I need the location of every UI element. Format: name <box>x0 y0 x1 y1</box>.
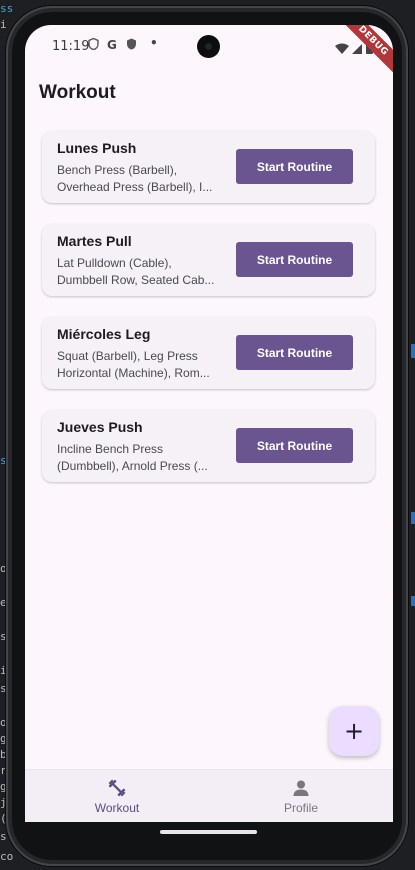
home-indicator[interactable] <box>160 830 257 834</box>
front-camera <box>197 35 220 58</box>
start-routine-button[interactable]: Start Routine <box>236 335 353 370</box>
status-time: 11:19 <box>52 39 90 54</box>
routine-card[interactable]: Martes Pull Lat Pulldown (Cable), Dumbbe… <box>42 224 375 296</box>
google-icon: G <box>107 38 117 52</box>
code-fragment: co <box>0 850 14 863</box>
start-routine-button[interactable]: Start Routine <box>236 428 353 463</box>
plus-icon: + <box>343 717 365 745</box>
nav-label-profile: Profile <box>283 801 318 815</box>
wifi-icon <box>335 43 349 54</box>
code-fragment: s <box>0 830 7 843</box>
start-routine-button[interactable]: Start Routine <box>236 242 353 277</box>
shield-icon <box>88 37 99 53</box>
routine-exercises: Lat Pulldown (Cable), Dumbbell Row, Seat… <box>57 256 215 287</box>
nav-item-workout[interactable]: Workout <box>25 770 209 822</box>
shield-check-icon <box>126 38 137 53</box>
routine-name: Lunes Push <box>57 140 137 156</box>
status-bar: 11:19 G • DEBUG <box>25 25 393 75</box>
editor-marker <box>411 596 415 606</box>
nav-item-profile[interactable]: Profile <box>209 770 393 822</box>
nav-label-workout: Workout <box>94 801 140 815</box>
routine-exercises: Bench Press (Barbell), Overhead Press (B… <box>57 163 213 194</box>
dumbbell-icon <box>25 778 209 802</box>
app-screen: 11:19 G • DEBUG Workout Lunes Push Bench… <box>25 25 393 822</box>
bottom-navigation: Workout Profile <box>25 769 393 822</box>
code-fragment: ss <box>0 2 14 15</box>
routine-exercises: Incline Bench Press (Dumbbell), Arnold P… <box>57 442 208 473</box>
routine-name: Jueves Push <box>57 419 143 435</box>
start-routine-button[interactable]: Start Routine <box>236 149 353 184</box>
routine-exercises: Squat (Barbell), Leg Press Horizontal (M… <box>57 349 210 380</box>
person-icon <box>209 778 393 802</box>
editor-marker <box>411 512 415 524</box>
routine-card[interactable]: Jueves Push Incline Bench Press (Dumbbel… <box>42 410 375 482</box>
routine-card[interactable]: Lunes Push Bench Press (Barbell), Overhe… <box>42 131 375 203</box>
routine-card[interactable]: Miércoles Leg Squat (Barbell), Leg Press… <box>42 317 375 389</box>
routine-name: Miércoles Leg <box>57 326 151 342</box>
routine-name: Martes Pull <box>57 233 132 249</box>
page-title: Workout <box>39 82 116 103</box>
add-routine-button[interactable]: + <box>329 706 379 756</box>
signal-icon <box>352 44 362 54</box>
code-fragment: i <box>0 18 7 31</box>
dot-icon: • <box>150 36 158 50</box>
editor-marker <box>411 344 415 358</box>
